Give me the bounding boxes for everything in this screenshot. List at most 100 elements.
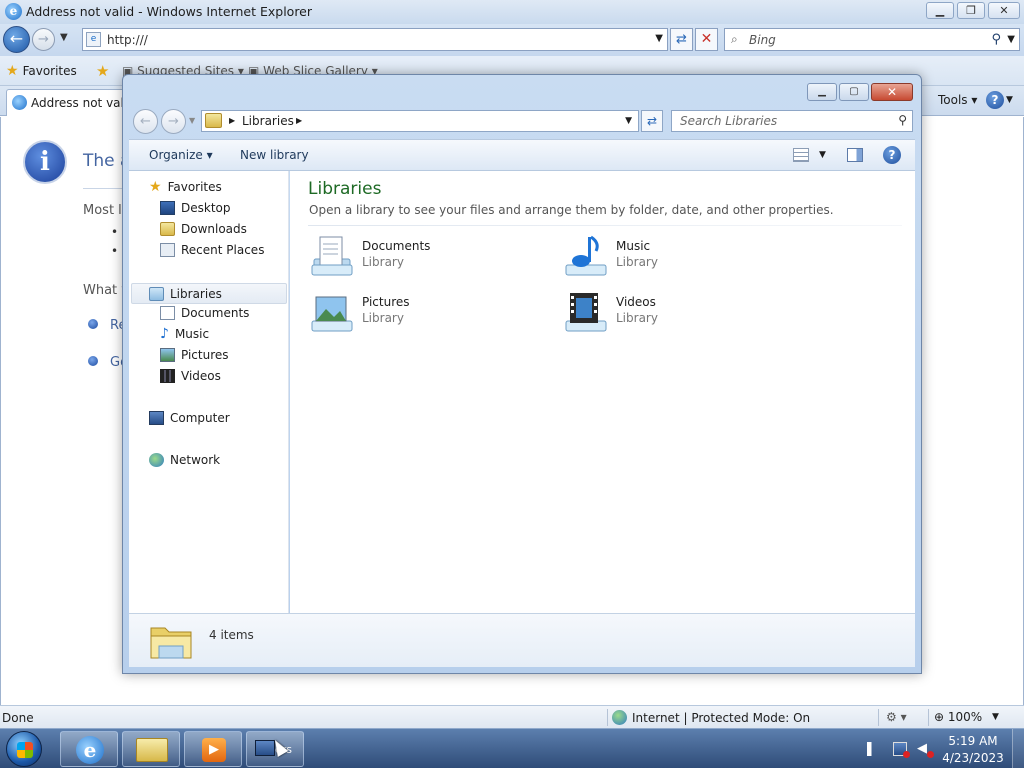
library-item-pictures[interactable]: Pictures Library xyxy=(308,287,538,339)
explorer-search-placeholder[interactable]: Search Libraries xyxy=(680,114,777,128)
explorer-maximize-button[interactable]: ▢ xyxy=(839,83,869,101)
nav-videos-label: Videos xyxy=(181,369,221,383)
ie-address-text[interactable]: http:/// xyxy=(107,33,148,47)
tools-label: Tools xyxy=(938,93,968,107)
tools-menu-button[interactable]: Tools ▾ xyxy=(938,93,977,107)
nav-recent-places[interactable]: Recent Places xyxy=(160,243,264,257)
ie-search-box[interactable]: ⌕ Bing ⚲ ▼ xyxy=(724,28,1020,51)
taskbar-media-player[interactable]: ▶ xyxy=(184,731,242,767)
nav-network-label: Network xyxy=(170,453,221,467)
documents-icon xyxy=(160,306,175,320)
library-item-videos[interactable]: Videos Library xyxy=(562,287,792,339)
ie-forward-button[interactable]: → xyxy=(32,28,55,51)
explorer-search-box[interactable]: Search Libraries ⚲ xyxy=(671,110,913,132)
ie-close-button[interactable]: ✕ xyxy=(988,2,1020,19)
search-icon[interactable]: ⚲ xyxy=(991,32,1001,47)
link-bullet-icon xyxy=(88,356,98,366)
breadcrumb-chevron-icon[interactable]: ▶ xyxy=(229,116,235,125)
ie-titlebar[interactable]: e Address not valid - Windows Internet E… xyxy=(0,0,1024,24)
nav-videos[interactable]: Videos xyxy=(160,369,221,383)
new-library-button[interactable]: New library xyxy=(240,148,309,162)
status-separator xyxy=(878,709,879,726)
address-history-dropdown[interactable]: ▼ xyxy=(625,116,632,126)
taskbar-windows-explorer[interactable] xyxy=(122,731,180,767)
add-to-favorites-bar-icon[interactable]: ★ xyxy=(96,62,109,80)
nav-computer-label: Computer xyxy=(170,411,230,425)
nav-documents[interactable]: Documents xyxy=(160,306,249,320)
show-desktop-button[interactable] xyxy=(1012,729,1024,768)
library-type: Library xyxy=(616,255,658,269)
help-icon[interactable]: ? xyxy=(986,91,1004,109)
nav-desktop[interactable]: Desktop xyxy=(160,201,231,215)
favorites-button[interactable]: ★ Favorites xyxy=(6,63,77,79)
security-zone-label: Internet | Protected Mode: On xyxy=(632,710,811,725)
explorer-address-bar[interactable]: ▶ Libraries ▶ ▼ xyxy=(201,110,639,132)
ie-search-placeholder[interactable]: Bing xyxy=(749,33,776,47)
explorer-back-button[interactable]: ← xyxy=(133,109,158,134)
help-icon[interactable]: ? xyxy=(883,146,901,164)
security-zone[interactable]: Internet | Protected Mode: On xyxy=(612,710,810,725)
music-note-icon: ♪ xyxy=(160,326,169,342)
nav-computer[interactable]: Computer xyxy=(149,411,230,425)
library-item-music[interactable]: Music Library xyxy=(562,231,792,283)
start-button[interactable] xyxy=(6,731,42,767)
error-bullet: • xyxy=(111,225,119,239)
explorer-refresh-button[interactable]: ⇄ xyxy=(641,110,663,132)
explorer-window: ▁ ▢ ✕ ← → ▼ ▶ Libraries ▶ ▼ ⇄ Search Lib… xyxy=(122,74,922,674)
nav-network[interactable]: Network xyxy=(149,453,220,467)
recent-locations-dropdown[interactable]: ▼ xyxy=(189,116,195,125)
breadcrumb-chevron-icon[interactable]: ▶ xyxy=(296,116,302,125)
ie-status-bar: Done Internet | Protected Mode: On ⚙ ▾ ⊕… xyxy=(0,705,1024,728)
protected-mode-settings-icon[interactable]: ⚙ ▾ xyxy=(886,710,907,724)
ie-address-dropdown[interactable]: ▼ xyxy=(655,33,663,44)
nav-favorites-label: Favorites xyxy=(167,180,222,194)
nav-pictures[interactable]: Pictures xyxy=(160,348,229,362)
search-icon[interactable]: ⚲ xyxy=(898,113,907,127)
ie-back-button[interactable]: ← xyxy=(3,26,30,53)
zoom-dropdown[interactable]: ▼ xyxy=(992,712,999,722)
ie-minimize-button[interactable]: ▁ xyxy=(926,2,954,19)
nav-favorites[interactable]: ★ Favorites xyxy=(149,180,222,194)
nav-downloads[interactable]: Downloads xyxy=(160,222,247,236)
explorer-close-button[interactable]: ✕ xyxy=(871,83,913,101)
videos-library-icon xyxy=(565,293,607,332)
view-options-dropdown[interactable]: ▼ xyxy=(819,150,826,160)
preview-pane-icon[interactable] xyxy=(847,148,863,162)
nav-downloads-label: Downloads xyxy=(181,222,247,236)
ie-refresh-button[interactable]: ⇄ xyxy=(670,28,693,51)
network-status-icon[interactable] xyxy=(893,742,910,758)
ie-stop-button[interactable]: ✕ xyxy=(695,28,718,51)
error-bullet: • xyxy=(111,244,119,258)
documents-library-icon xyxy=(311,236,353,276)
ie-address-bar[interactable]: e http:/// ▼ xyxy=(82,28,668,51)
pictures-icon xyxy=(160,348,175,362)
explorer-forward-button[interactable]: → xyxy=(161,109,186,134)
explorer-minimize-button[interactable]: ▁ xyxy=(807,83,837,101)
volume-muted-icon[interactable]: ◀ xyxy=(917,742,934,758)
nav-documents-label: Documents xyxy=(181,306,250,320)
library-name: Music xyxy=(616,239,651,253)
explorer-command-bar: Organize ▾ New library ▼ ? xyxy=(129,139,915,171)
nav-music[interactable]: ♪ Music xyxy=(160,327,209,341)
ie-tab-active[interactable]: Address not valid xyxy=(6,89,126,116)
clock-time[interactable]: 5:19 AM xyxy=(944,734,1002,748)
explorer-caption-buttons: ▁ ▢ ✕ xyxy=(807,83,913,101)
ie-recent-pages-dropdown[interactable]: ▼ xyxy=(60,32,68,43)
nav-pictures-label: Pictures xyxy=(181,348,229,362)
action-center-flag-icon[interactable] xyxy=(867,742,881,756)
organize-button[interactable]: Organize ▾ xyxy=(149,148,213,162)
info-icon: i xyxy=(23,140,67,184)
library-type: Library xyxy=(362,311,404,325)
ie-restore-button[interactable]: ❐ xyxy=(957,2,985,19)
taskbar-internet-explorer[interactable]: e xyxy=(60,731,118,767)
clock-date[interactable]: 4/23/2023 xyxy=(940,751,1006,765)
help-dropdown[interactable]: ▼ xyxy=(1006,95,1013,105)
library-type: Library xyxy=(362,255,404,269)
zoom-level[interactable]: ⊕ 100% xyxy=(934,710,982,724)
ie-search-options-dropdown[interactable]: ▼ xyxy=(1007,34,1015,45)
nav-libraries[interactable]: Libraries xyxy=(131,283,287,304)
nav-libraries-label: Libraries xyxy=(170,286,222,301)
breadcrumb-libraries[interactable]: Libraries xyxy=(242,114,294,128)
change-view-icon[interactable] xyxy=(793,148,809,162)
library-item-documents[interactable]: Documents Library xyxy=(308,231,538,283)
